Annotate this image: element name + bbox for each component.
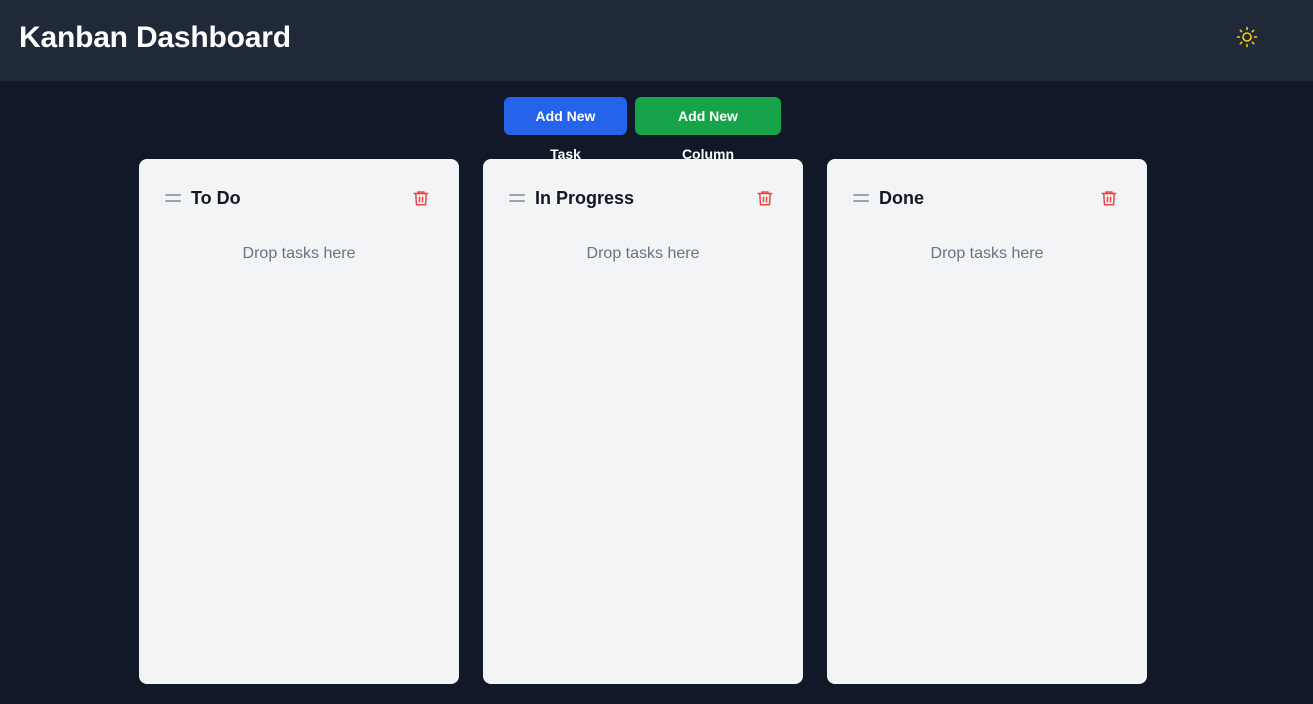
column-header: To Do — [165, 186, 431, 210]
column-title: In Progress — [535, 187, 635, 208]
delete-column-button[interactable] — [1099, 188, 1119, 208]
app-title: Kanban Dashboard — [19, 21, 291, 54]
add-task-button[interactable]: Add New Task — [504, 97, 627, 162]
drop-zone-hint: Drop tasks here — [242, 245, 356, 262]
app-header: Kanban Dashboard — [0, 0, 1313, 81]
delete-column-button[interactable] — [755, 188, 775, 208]
add-column-button[interactable]: Add New Column — [635, 97, 781, 162]
sun-icon — [1235, 25, 1259, 49]
drag-handle-icon[interactable] — [853, 186, 869, 210]
column-header: Done — [853, 186, 1119, 210]
trash-icon — [412, 189, 430, 207]
theme-toggle-button[interactable] — [1231, 21, 1263, 53]
toolbar: Add New Task Add New Column — [504, 97, 781, 162]
drop-zone-hint: Drop tasks here — [586, 245, 700, 262]
drop-zone-hint: Drop tasks here — [930, 245, 1044, 262]
drag-handle-icon[interactable] — [509, 186, 525, 210]
delete-column-button[interactable] — [411, 188, 431, 208]
column-title: Done — [879, 187, 924, 208]
trash-icon — [756, 189, 774, 207]
column-header: In Progress — [509, 186, 775, 210]
column-title: To Do — [191, 187, 241, 208]
kanban-column-todo[interactable]: To Do Drop tasks here — [139, 159, 459, 684]
kanban-column-done[interactable]: Done Drop tasks here — [827, 159, 1147, 684]
drag-handle-icon[interactable] — [165, 186, 181, 210]
kanban-column-in-progress[interactable]: In Progress Drop tasks here — [483, 159, 803, 684]
trash-icon — [1100, 189, 1118, 207]
